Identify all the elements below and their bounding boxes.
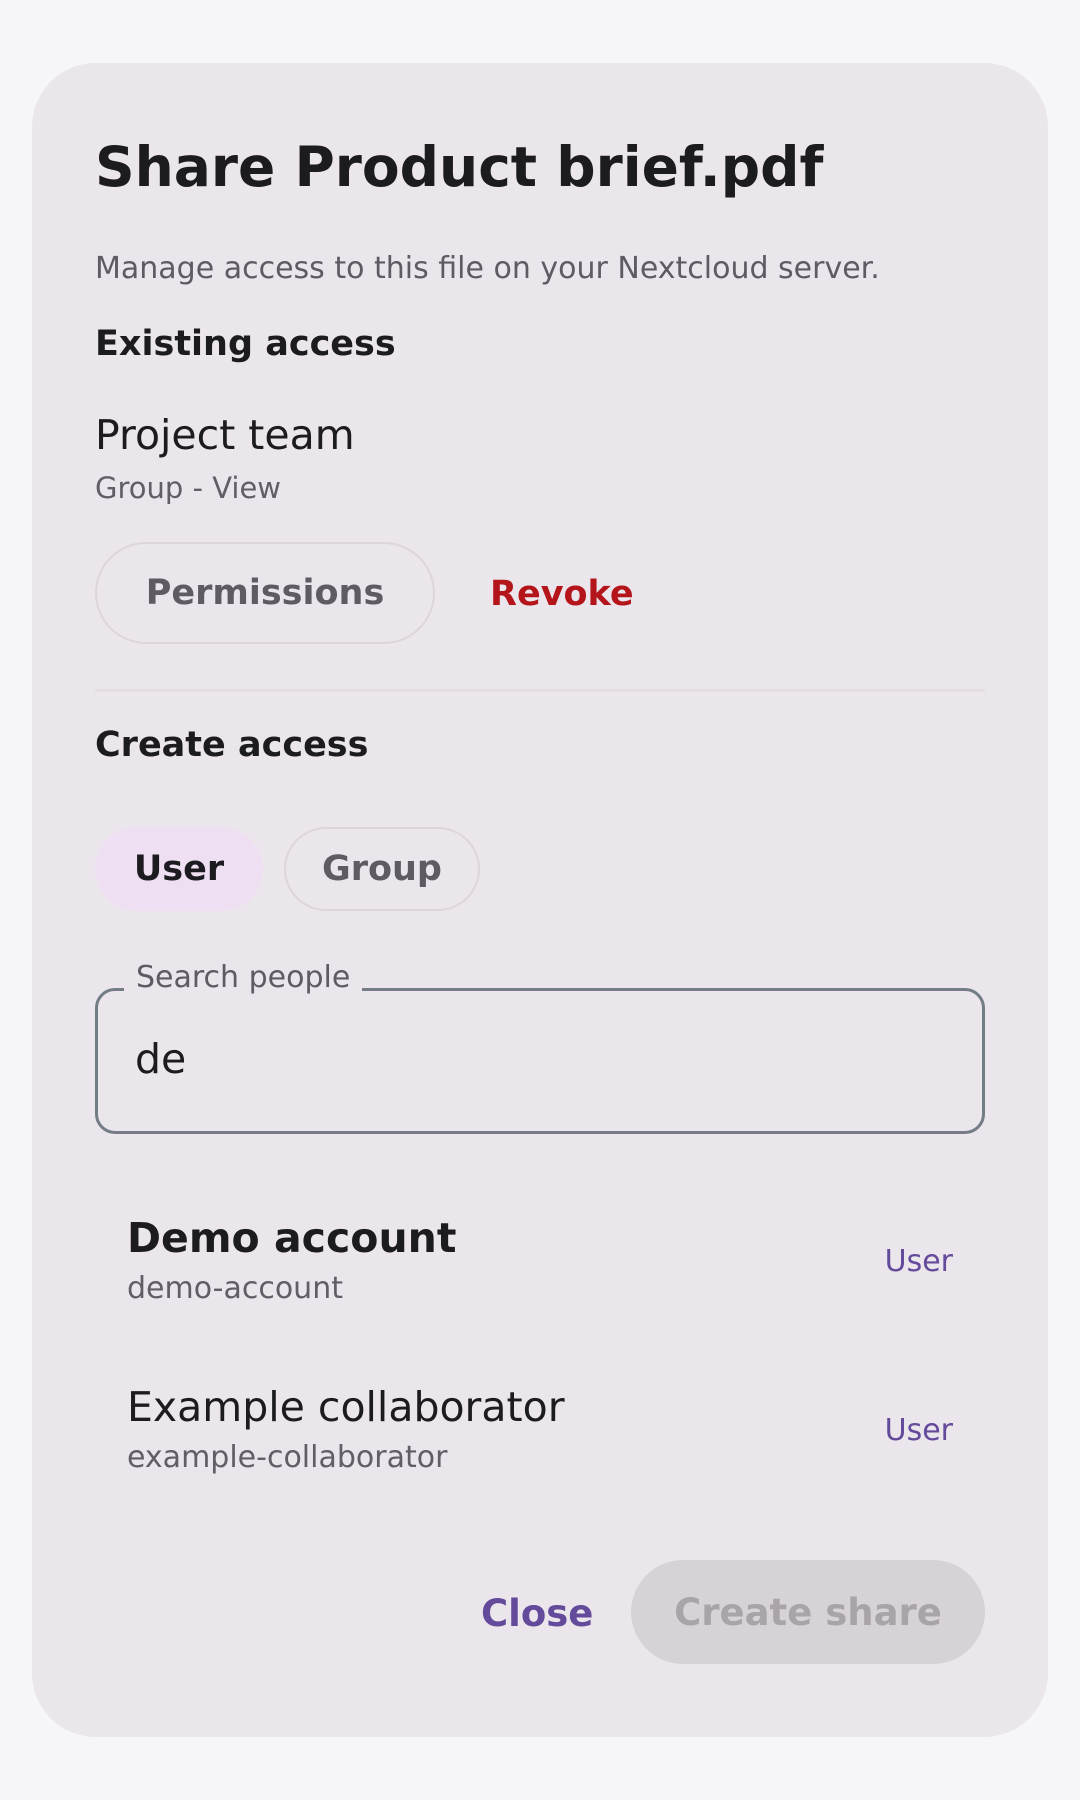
revoke-button[interactable]: Revoke <box>490 574 634 614</box>
result-type-badge: User <box>884 1413 953 1448</box>
close-button[interactable]: Close <box>481 1592 593 1635</box>
existing-share-detail: Group - View <box>95 471 282 505</box>
existing-access-heading: Existing access <box>95 324 396 364</box>
result-type-badge: User <box>884 1244 953 1279</box>
search-people-label: Search people <box>124 960 363 995</box>
chip-group[interactable]: Group <box>284 827 480 911</box>
result-handle: example-collaborator <box>127 1440 448 1475</box>
dialog-title: Share Product brief.pdf <box>95 135 824 199</box>
section-divider <box>95 689 985 692</box>
result-name: Example collaborator <box>127 1383 565 1431</box>
permissions-button[interactable]: Permissions <box>95 542 435 644</box>
share-dialog: Share Product brief.pdf Manage access to… <box>32 63 1048 1737</box>
search-people-input[interactable] <box>135 1035 935 1083</box>
result-name: Demo account <box>127 1214 457 1262</box>
create-share-button[interactable]: Create share <box>631 1560 985 1664</box>
dialog-subtitle: Manage access to this file on your Nextc… <box>95 251 880 286</box>
search-result-item[interactable]: Demo account demo-account User <box>95 1214 985 1364</box>
search-result-item[interactable]: Example collaborator example-collaborato… <box>95 1383 985 1533</box>
existing-share-name: Project team <box>95 411 355 459</box>
create-access-heading: Create access <box>95 725 369 765</box>
chip-user[interactable]: User <box>95 827 263 911</box>
search-people-field[interactable]: Search people <box>95 960 985 1134</box>
result-handle: demo-account <box>127 1271 343 1306</box>
